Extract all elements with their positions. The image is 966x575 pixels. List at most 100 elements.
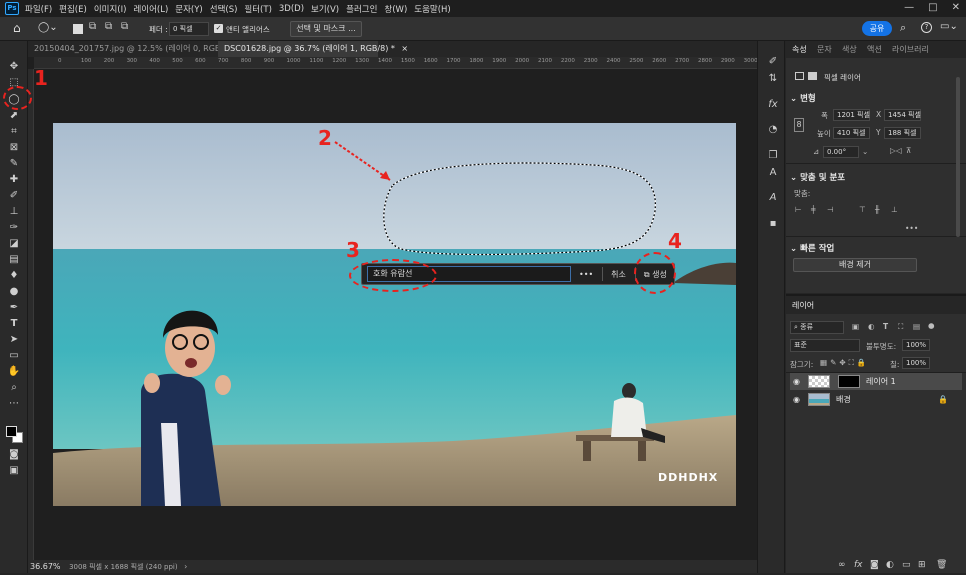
add-mask-icon[interactable]: ◙	[870, 560, 879, 570]
menu-type[interactable]: 문자(Y)	[175, 3, 202, 15]
brush-tool-icon[interactable]: ✐	[7, 189, 21, 201]
transform-section-title[interactable]: ⌄ 변형	[790, 92, 816, 104]
lasso-tool-preset-icon[interactable]: ◯⌄	[38, 22, 58, 33]
tab-document-1[interactable]: 20150404_201757.jpg @ 12.5% (레이어 0, RGB/…	[28, 41, 251, 57]
visibility-eye-icon[interactable]: ◉	[793, 391, 800, 408]
glyphs-icon[interactable]: A	[766, 191, 780, 203]
blur-tool-icon[interactable]: ♦	[7, 269, 21, 281]
object-select-icon[interactable]: ⬈	[7, 109, 21, 121]
properties-scrollbar[interactable]	[956, 77, 960, 237]
help-icon[interactable]: ?	[921, 22, 932, 33]
quick-mask-icon[interactable]: ◙	[7, 448, 21, 460]
menu-image[interactable]: 이미지(I)	[94, 3, 127, 15]
link-icon[interactable]: 8	[794, 118, 804, 132]
eraser-tool-icon[interactable]: ◪	[7, 237, 21, 249]
align-section-title[interactable]: ⌄ 맞춤 및 분포	[790, 171, 845, 183]
quick-actions-title[interactable]: ⌄ 빠른 작업	[790, 242, 834, 254]
share-button[interactable]: 공유	[862, 21, 892, 36]
filter-type-icon[interactable]: T	[883, 322, 888, 331]
align-top-icon[interactable]: ⊤	[859, 205, 866, 214]
align-center-h-icon[interactable]: ╪	[811, 205, 816, 214]
visibility-eye-icon[interactable]: ◉	[793, 373, 800, 390]
maximize-icon[interactable]: □	[928, 2, 937, 13]
history-brush-icon[interactable]: ✑	[7, 221, 21, 233]
angle-input[interactable]: 0.00°	[823, 146, 859, 158]
move-tool-icon[interactable]: ✥	[7, 60, 21, 72]
history-icon[interactable]: ◔	[766, 123, 780, 135]
tool-presets-icon[interactable]: ▪	[766, 217, 780, 229]
close-window-icon[interactable]: ✕	[952, 2, 960, 13]
trash-icon[interactable]: 🗑	[936, 560, 947, 570]
menu-select[interactable]: 선택(S)	[210, 3, 238, 15]
lock-icons[interactable]: ▦✎✥⛶🔒	[820, 358, 869, 368]
crop-tool-icon[interactable]: ⌗	[7, 125, 21, 137]
flip-horizontal-icon[interactable]: ▷◁	[890, 146, 902, 155]
height-input[interactable]: 410 픽셀	[833, 127, 870, 139]
search-icon[interactable]: ⌕	[900, 21, 906, 35]
tab-document-2[interactable]: DSC01628.jpg @ 36.7% (레이어 1, RGB/8) * ×	[218, 41, 408, 57]
menu-3d[interactable]: 3D(D)	[279, 4, 304, 14]
menu-layer[interactable]: 레이어(L)	[133, 3, 168, 15]
y-input[interactable]: 188 픽셀	[884, 127, 921, 139]
gradient-tool-icon[interactable]: ▤	[7, 253, 21, 265]
adjustments-icon[interactable]: ⇅	[766, 72, 780, 84]
fill-input[interactable]: 100%	[902, 357, 930, 369]
character-icon[interactable]: A	[766, 166, 780, 178]
blend-mode-select[interactable]: 표준	[790, 339, 860, 352]
zoom-tool-icon[interactable]: ⌕	[7, 381, 21, 393]
filter-toggle-icon[interactable]: ●	[928, 321, 935, 330]
more-options-button[interactable]: •••	[579, 270, 593, 279]
menu-window[interactable]: 창(W)	[384, 3, 407, 15]
remove-background-button[interactable]: 배경 제거	[793, 258, 917, 272]
screen-mode-icon[interactable]: ▣	[7, 464, 21, 476]
cancel-button[interactable]: 취소	[611, 269, 626, 280]
menu-view[interactable]: 보기(V)	[311, 3, 339, 15]
antialias-checkbox[interactable]: ✓	[214, 24, 223, 33]
layer-mask-thumbnail[interactable]	[838, 375, 860, 388]
menu-filter[interactable]: 필터(T)	[244, 3, 271, 15]
intersect-selection-icon[interactable]: ⧉	[121, 21, 128, 32]
fx-icon[interactable]: fx	[854, 560, 863, 570]
frame-tool-icon[interactable]: ⊠	[7, 141, 21, 153]
hand-tool-icon[interactable]: ✋	[7, 365, 21, 377]
path-select-icon[interactable]: ➤	[7, 333, 21, 345]
filter-shape-icon[interactable]: ⛶	[898, 322, 903, 332]
home-icon[interactable]: ⌂	[13, 21, 21, 35]
tab-properties[interactable]: 속성	[792, 41, 807, 58]
type-tool-icon[interactable]: T	[7, 317, 21, 329]
minimize-icon[interactable]: —	[904, 2, 914, 13]
feather-input[interactable]: 0 픽셀	[169, 22, 209, 36]
new-layer-icon[interactable]: ⊞	[918, 560, 926, 570]
group-icon[interactable]: ▭	[902, 560, 911, 570]
chevron-right-icon[interactable]: ›	[184, 562, 187, 571]
select-and-mask-button[interactable]: 선택 및 마스크 ...	[290, 21, 362, 37]
angle-dropdown-icon[interactable]: ⌄	[862, 147, 868, 156]
align-bottom-icon[interactable]: ⊥	[891, 205, 898, 214]
layer-comps-icon[interactable]: ❐	[766, 149, 780, 161]
width-input[interactable]: 1201 픽셀	[833, 109, 870, 121]
flip-vertical-icon[interactable]: ⊼	[906, 146, 912, 155]
add-selection-icon[interactable]: ⧉	[89, 21, 96, 32]
tab-actions[interactable]: 액션	[867, 41, 882, 58]
fx-icon[interactable]: fx	[766, 98, 780, 110]
more-align-button[interactable]: •••	[905, 224, 918, 233]
menu-help[interactable]: 도움말(H)	[414, 3, 450, 15]
opacity-input[interactable]: 100%	[902, 339, 930, 351]
align-left-icon[interactable]: ⊢	[795, 205, 802, 214]
layer-row[interactable]: ◉ 레이어 1	[790, 373, 962, 390]
healing-brush-icon[interactable]: ✚	[7, 173, 21, 185]
layer-filter-select[interactable]: ⌕ 종류	[790, 321, 844, 334]
menu-edit[interactable]: 편집(E)	[59, 3, 87, 15]
align-middle-v-icon[interactable]: ╫	[875, 205, 880, 214]
tab-color[interactable]: 색상	[842, 41, 857, 58]
dodge-tool-icon[interactable]: ●	[7, 285, 21, 297]
layer-row[interactable]: ◉ 배경 🔒	[790, 391, 962, 408]
tab-character[interactable]: 문자	[817, 41, 832, 58]
tab-layers[interactable]: 레이어	[792, 297, 814, 314]
workspace-icon[interactable]: ▭⌄	[940, 21, 958, 32]
x-input[interactable]: 1454 픽셀	[884, 109, 921, 121]
adjustment-layer-icon[interactable]: ◐	[886, 560, 894, 570]
zoom-level[interactable]: 36.67%	[30, 562, 61, 571]
brush-settings-icon[interactable]: ✐	[766, 55, 780, 67]
more-tools-icon[interactable]: ⋯	[7, 397, 21, 409]
